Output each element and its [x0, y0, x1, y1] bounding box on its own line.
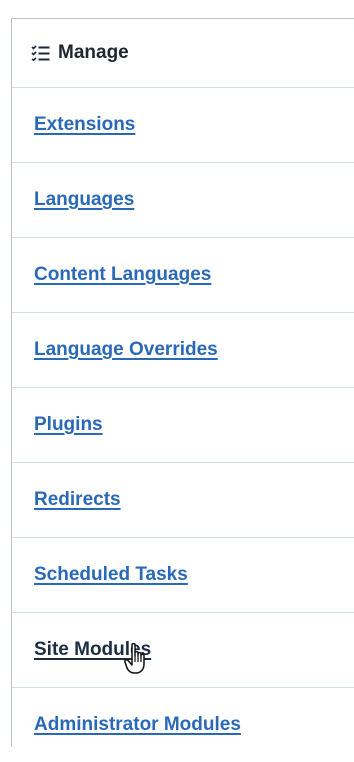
menu-item-site-modules[interactable]: Site Modules [12, 612, 354, 687]
menu-item-languages[interactable]: Languages [12, 162, 354, 237]
language-overrides-link[interactable]: Language Overrides [34, 339, 218, 361]
menu-item-redirects[interactable]: Redirects [12, 462, 354, 537]
languages-link[interactable]: Languages [34, 189, 134, 211]
menu-item-plugins[interactable]: Plugins [12, 387, 354, 462]
menu-item-scheduled-tasks[interactable]: Scheduled Tasks [12, 537, 354, 612]
manage-menu-title: Manage [58, 42, 129, 63]
menu-item-extensions[interactable]: Extensions [12, 87, 354, 162]
extensions-link[interactable]: Extensions [34, 114, 135, 136]
menu-item-administrator-modules[interactable]: Administrator Modules [12, 687, 354, 762]
site-modules-link[interactable]: Site Modules [34, 639, 151, 661]
manage-menu-header: Manage [12, 19, 354, 87]
content-languages-link[interactable]: Content Languages [34, 264, 211, 286]
list-check-icon [31, 45, 50, 61]
administrator-modules-link[interactable]: Administrator Modules [34, 714, 241, 736]
redirects-link[interactable]: Redirects [34, 489, 121, 511]
scheduled-tasks-link[interactable]: Scheduled Tasks [34, 564, 188, 586]
manage-menu-panel: Manage Extensions Languages Content Lang… [11, 18, 354, 747]
plugins-link[interactable]: Plugins [34, 414, 103, 436]
menu-item-language-overrides[interactable]: Language Overrides [12, 312, 354, 387]
menu-item-content-languages[interactable]: Content Languages [12, 237, 354, 312]
